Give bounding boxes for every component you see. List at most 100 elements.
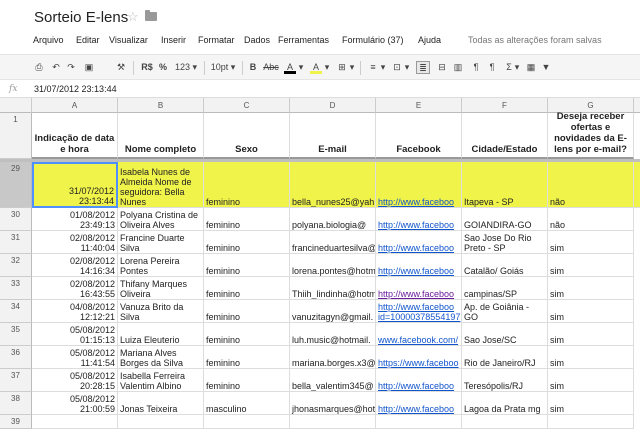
chevron-down-icon[interactable]: ▾ <box>380 61 386 74</box>
row-header[interactable]: 31 <box>0 231 32 254</box>
table-cell[interactable]: Vanuza Brito da Silva <box>118 300 204 323</box>
borders-icon[interactable]: ⊞ <box>335 61 349 74</box>
table-cell-link[interactable]: http://www.faceboo <box>376 369 462 392</box>
table-cell[interactable]: sim <box>548 369 634 392</box>
chevron-down-icon[interactable]: ▾ <box>298 61 304 74</box>
table-cell[interactable]: feminino <box>204 346 290 369</box>
table-cell[interactable] <box>548 415 634 429</box>
table-cell[interactable]: sim <box>548 346 634 369</box>
row-header[interactable]: 32 <box>0 254 32 277</box>
column-header[interactable]: A <box>32 98 118 113</box>
table-cell[interactable] <box>204 415 290 429</box>
table-cell[interactable]: Polyana Cristina de Oliveira Alves <box>118 208 204 231</box>
table-cell[interactable]: 04/08/2012 12:12:21 <box>32 300 118 323</box>
row-header[interactable]: 30 <box>0 208 32 231</box>
table-cell[interactable]: sim <box>548 231 634 254</box>
menu-arquivo[interactable]: Arquivo <box>33 35 64 45</box>
table-cell[interactable]: feminino <box>204 162 290 208</box>
table-cell[interactable] <box>462 415 548 429</box>
table-cell[interactable]: 05/08/2012 01:15:13 <box>32 323 118 346</box>
table-cell[interactable]: Itapeva - SP <box>462 162 548 208</box>
table-cell[interactable]: bella_nunes25@yah <box>290 162 376 208</box>
table-cell[interactable]: Thifany Marques Oliveira <box>118 277 204 300</box>
menu-dados[interactable]: Dados <box>244 35 270 45</box>
table-cell[interactable]: Catalão/ Goiás <box>462 254 548 277</box>
table-cell[interactable]: Ap. de Goiânia - GO <box>462 300 548 323</box>
table-cell-link[interactable]: http://www.faceboo <box>376 162 462 208</box>
table-cell[interactable] <box>118 415 204 429</box>
header-cell-timestamp[interactable]: Indicação de data e hora <box>32 113 118 159</box>
row-header[interactable]: 36 <box>0 346 32 369</box>
table-cell[interactable]: luh.music@hotmail. <box>290 323 376 346</box>
font-size-dropdown[interactable]: 10pt ▾ <box>209 61 237 74</box>
header-cell-sex[interactable]: Sexo <box>204 113 290 159</box>
table-cell-link[interactable]: http://www.faceboo <box>376 392 462 415</box>
table-cell[interactable]: Isabela Nunes de Almeida Nome de seguido… <box>118 162 204 208</box>
table-cell[interactable]: sim <box>548 392 634 415</box>
table-cell[interactable]: 02/08/2012 11:40:04 <box>32 231 118 254</box>
formula-input[interactable]: 31/07/2012 23:13:44 <box>34 84 117 94</box>
table-cell[interactable]: não <box>548 208 634 231</box>
row-header[interactable]: 37 <box>0 369 32 392</box>
document-title[interactable]: Sorteio E-lens <box>34 9 128 26</box>
star-icon[interactable]: ☆ <box>127 9 139 25</box>
folder-icon[interactable] <box>145 10 157 21</box>
row-header[interactable]: 33 <box>0 277 32 300</box>
table-cell[interactable]: 02/08/2012 14:16:34 <box>32 254 118 277</box>
table-cell[interactable] <box>376 415 462 429</box>
row-header[interactable]: 29 <box>0 162 32 208</box>
row-header[interactable]: 35 <box>0 323 32 346</box>
header-cell-newsletter[interactable]: Deseja receber ofertas e novidades da E-… <box>548 111 634 159</box>
table-cell[interactable]: feminino <box>204 369 290 392</box>
undo-icon[interactable]: ↶ <box>50 61 62 74</box>
bold-button[interactable]: B <box>248 61 258 74</box>
table-cell[interactable]: feminino <box>204 277 290 300</box>
chevron-down-icon[interactable]: ▾ <box>349 61 355 74</box>
row-header[interactable]: 34 <box>0 300 32 323</box>
table-cell[interactable]: Rio de Janeiro/RJ <box>462 346 548 369</box>
table-cell-link[interactable]: http://www.faceboo <box>376 208 462 231</box>
table-cell[interactable]: sim <box>548 277 634 300</box>
wrap-text-icon[interactable]: ≣ <box>416 61 430 74</box>
column-header[interactable]: D <box>290 98 376 113</box>
table-cell[interactable]: 02/08/2012 16:43:55 <box>32 277 118 300</box>
table-cell[interactable]: 05/08/2012 20:28:15 <box>32 369 118 392</box>
table-cell[interactable]: não <box>548 162 634 208</box>
freeze-rows-icon[interactable]: ⊟ <box>436 61 448 74</box>
column-header[interactable]: B <box>118 98 204 113</box>
table-cell-link[interactable]: http://www.faceboo <box>376 277 462 300</box>
menu-ferramentas[interactable]: Ferramentas <box>278 35 329 45</box>
column-header[interactable]: E <box>376 98 462 113</box>
table-cell[interactable]: jhonasmarques@hot <box>290 392 376 415</box>
row-header[interactable]: 1 <box>0 113 32 159</box>
column-header[interactable]: C <box>204 98 290 113</box>
table-cell[interactable]: vanuzitagyn@gmail. <box>290 300 376 323</box>
strikethrough-button[interactable]: Abc <box>263 61 279 74</box>
redo-icon[interactable]: ↷ <box>65 61 77 74</box>
table-cell[interactable]: masculino <box>204 392 290 415</box>
table-cell[interactable]: feminino <box>204 323 290 346</box>
filter-icon[interactable]: ▼ <box>540 61 552 74</box>
table-cell[interactable]: Teresópolis/RJ <box>462 369 548 392</box>
table-cell[interactable] <box>32 415 118 429</box>
table-cell[interactable]: Mariana Alves Borges da Silva <box>118 346 204 369</box>
table-cell[interactable]: feminino <box>204 254 290 277</box>
table-cell[interactable]: GOIANDIRA-GO <box>462 208 548 231</box>
percent-button[interactable]: % <box>158 61 168 74</box>
active-cell[interactable]: 31/07/2012 23:13:44 <box>32 162 118 208</box>
table-cell[interactable]: francineduartesilva@ <box>290 231 376 254</box>
table-cell-link[interactable]: http://www.faceboo id=10000378554197 <box>376 300 462 323</box>
table-cell[interactable]: feminino <box>204 231 290 254</box>
table-cell[interactable]: sim <box>548 300 634 323</box>
table-cell[interactable]: Lagoa da Prata mg <box>462 392 548 415</box>
chevron-down-icon[interactable]: ▾ <box>404 61 410 74</box>
table-cell[interactable]: 05/08/2012 11:41:54 <box>32 346 118 369</box>
table-cell[interactable]: Francine Duarte Silva <box>118 231 204 254</box>
freeze-columns-icon[interactable]: ▥ <box>452 61 464 74</box>
table-cell[interactable]: 01/08/2012 23:49:13 <box>32 208 118 231</box>
number-format-dropdown[interactable]: 123 ▾ <box>172 61 200 74</box>
table-cell[interactable] <box>290 415 376 429</box>
table-cell-link[interactable]: http://www.faceboo <box>376 254 462 277</box>
chevron-down-icon[interactable]: ▾ <box>514 61 520 74</box>
row-header[interactable]: 39 <box>0 415 32 429</box>
